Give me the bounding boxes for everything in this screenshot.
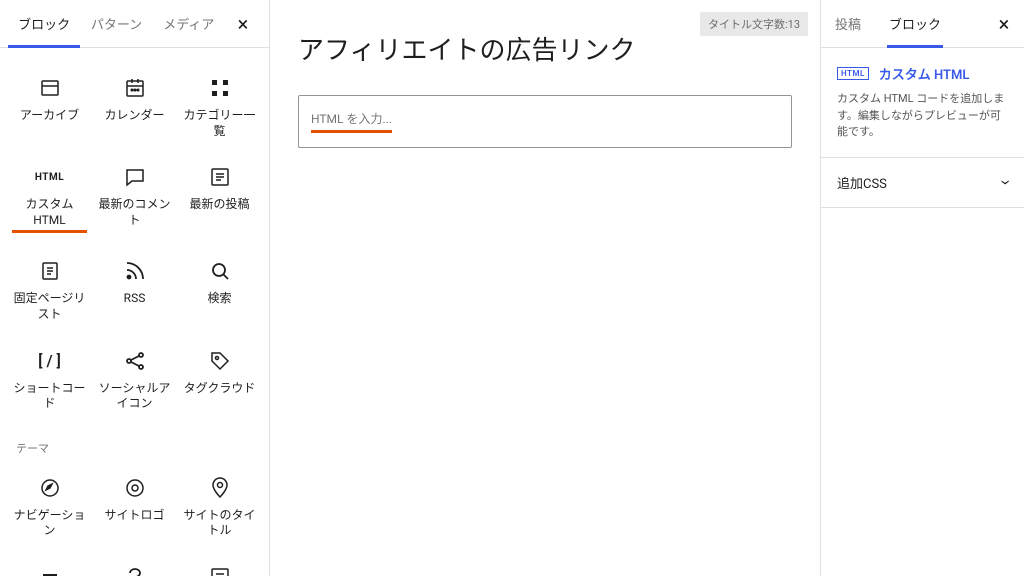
- block-label: 検索: [207, 291, 231, 307]
- calendar-icon: [123, 76, 147, 100]
- settings-tab-post[interactable]: 投稿: [821, 0, 875, 47]
- inserter-tabs: ブロック パターン メディア ×: [0, 0, 269, 48]
- block-site-tagline[interactable]: サイトのキャッチフレーズ: [8, 553, 91, 576]
- block-label: アーカイブ: [20, 108, 79, 124]
- logo-icon: [123, 476, 147, 500]
- map-pin-icon: [208, 476, 232, 500]
- title-character-count: タイトル文字数:13: [700, 12, 808, 36]
- block-card-description: カスタム HTML コードを追加します。編集しながらプレビューが可能です。: [837, 91, 1008, 141]
- block-label: カテゴリー一覧: [182, 108, 257, 139]
- block-label: サイトロゴ: [104, 508, 164, 524]
- block-latest-posts[interactable]: 最新の投稿: [178, 153, 261, 245]
- tag-icon: [208, 349, 232, 373]
- loop-icon: [123, 565, 147, 576]
- block-label: 最新のコメント: [97, 197, 172, 228]
- block-label: ナビゲーション: [12, 508, 87, 539]
- block-page-list[interactable]: 固定ページリスト: [8, 247, 91, 334]
- block-query-loop[interactable]: クエリーループ: [93, 553, 176, 576]
- inserter-body: アーカイブ カレンダー カテゴリー一覧 HTML カスタム HTML 最新のコメ…: [0, 48, 269, 576]
- block-archive[interactable]: アーカイブ: [8, 64, 91, 151]
- settings-panel: 投稿 ブロック × HTML カスタム HTML カスタム HTML コードを追…: [820, 0, 1024, 576]
- block-card-header: HTML カスタム HTML: [837, 64, 1008, 83]
- theme-blocks-grid: ナビゲーション サイトロゴ サイトのタイトル サイトのキャッチフレーズ クエリー…: [8, 464, 261, 576]
- block-label: 最新の投稿: [189, 197, 249, 213]
- editor-canvas: タイトル文字数:13 アフィリエイトの広告リンク HTML を入力...: [270, 0, 820, 576]
- block-card-name: カスタム HTML: [879, 64, 970, 83]
- block-latest-comments[interactable]: 最新のコメント: [93, 153, 176, 245]
- block-label: RSS: [124, 291, 146, 307]
- tab-patterns[interactable]: パターン: [80, 0, 152, 47]
- settings-close-button[interactable]: ×: [988, 12, 1024, 36]
- html-badge-icon: HTML: [837, 67, 869, 80]
- additional-css-label: 追加CSS: [837, 173, 887, 192]
- inserter-close-button[interactable]: ×: [225, 12, 261, 36]
- html-icon: HTML: [38, 165, 62, 189]
- tab-media[interactable]: メディア: [153, 0, 225, 47]
- compass-icon: [38, 476, 62, 500]
- custom-html-block[interactable]: HTML を入力...: [298, 95, 792, 148]
- page-list-icon: [38, 259, 62, 283]
- block-site-title[interactable]: サイトのタイトル: [178, 464, 261, 551]
- block-posts-list[interactable]: 投稿一覧: [178, 553, 261, 576]
- block-label: ソーシャルアイコン: [97, 381, 172, 412]
- html-placeholder: HTML を入力...: [311, 110, 392, 133]
- section-heading-theme: テーマ: [8, 424, 261, 464]
- post-list-icon: [208, 565, 232, 576]
- block-tag-cloud[interactable]: タグクラウド: [178, 337, 261, 424]
- block-label: 固定ページリスト: [12, 291, 87, 322]
- search-icon: [208, 259, 232, 283]
- block-site-logo[interactable]: サイトロゴ: [93, 464, 176, 551]
- block-categories[interactable]: カテゴリー一覧: [178, 64, 261, 151]
- block-navigation[interactable]: ナビゲーション: [8, 464, 91, 551]
- block-shortcode[interactable]: [ / ] ショートコード: [8, 337, 91, 424]
- settings-tabs: 投稿 ブロック ×: [821, 0, 1024, 48]
- block-custom-html[interactable]: HTML カスタム HTML: [8, 153, 91, 245]
- widget-blocks-grid: アーカイブ カレンダー カテゴリー一覧 HTML カスタム HTML 最新のコメ…: [8, 64, 261, 424]
- comment-icon: [123, 165, 147, 189]
- block-label: カレンダー: [104, 108, 164, 124]
- block-calendar[interactable]: カレンダー: [93, 64, 176, 151]
- block-rss[interactable]: RSS: [93, 247, 176, 334]
- block-label: タグクラウド: [184, 381, 256, 397]
- archive-icon: [38, 76, 62, 100]
- categories-icon: [208, 76, 232, 100]
- tab-blocks[interactable]: ブロック: [8, 0, 80, 47]
- block-label: サイトのタイトル: [182, 508, 257, 539]
- rss-icon: [123, 259, 147, 283]
- block-label: ショートコード: [12, 381, 87, 412]
- additional-css-panel[interactable]: 追加CSS ›: [821, 158, 1024, 208]
- block-search[interactable]: 検索: [178, 247, 261, 334]
- tagline-icon: [38, 565, 62, 576]
- post-list-icon: [208, 165, 232, 189]
- block-inserter-panel: ブロック パターン メディア × アーカイブ カレンダー カテゴリー一覧 HTM…: [0, 0, 270, 576]
- block-label: カスタム HTML: [12, 197, 87, 233]
- share-icon: [123, 349, 147, 373]
- settings-tab-block[interactable]: ブロック: [875, 0, 955, 47]
- chevron-down-icon: ›: [995, 179, 1016, 184]
- block-card: HTML カスタム HTML カスタム HTML コードを追加します。編集しなが…: [821, 48, 1024, 158]
- shortcode-icon: [ / ]: [38, 349, 62, 373]
- block-social-icons[interactable]: ソーシャルアイコン: [93, 337, 176, 424]
